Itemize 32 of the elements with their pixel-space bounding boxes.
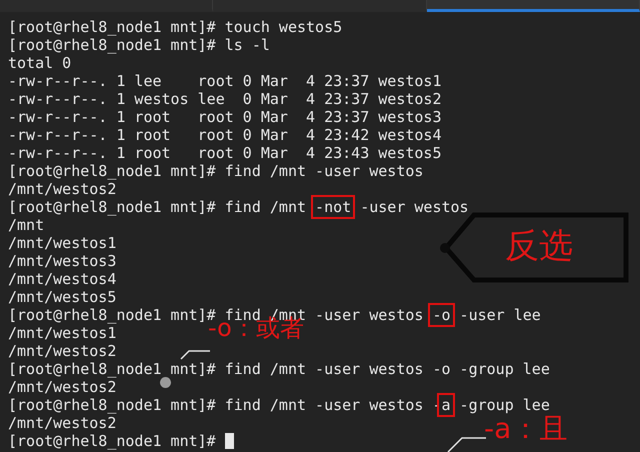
terminal-text: /mnt — [8, 217, 44, 233]
terminal-text: -rw-r--r--. 1 westos lee 0 Mar 4 23:37 westos2 — [8, 91, 442, 107]
terminal-text: /mnt/westos1 — [8, 325, 116, 341]
terminal-tab[interactable] — [426, 0, 640, 12]
leader-line — [180, 350, 210, 359]
terminal-text: -user westos — [359, 199, 469, 215]
terminal-text: [root@rhel8_node1 mnt]# ls -l — [8, 37, 270, 53]
terminal-text: -rw-r--r--. 1 root root 0 Mar 4 23:37 westos3 — [8, 109, 442, 125]
terminal-text: /mnt/westos4 — [8, 271, 116, 287]
terminal-text: [root@rhel8_node1 mnt]# — [8, 433, 217, 449]
terminal-text: [root@rhel8_node1 mnt]# find /mnt — [8, 199, 308, 215]
pointer-dot — [160, 377, 171, 388]
terminal-text: -rw-r--r--. 1 root root 0 Mar 4 23:43 westos5 — [8, 145, 442, 161]
terminal-text: /mnt/westos2 — [8, 415, 116, 431]
annotation-text: -a：且 — [484, 415, 568, 443]
terminal-text: -rw-r--r--. 1 lee root 0 Mar 4 23:37 westos1 — [8, 73, 442, 89]
cursor — [224, 433, 234, 449]
callout-text: 反选 — [505, 226, 573, 266]
terminal-text: [root@rhel8_node1 mnt]# touch westos5 — [8, 19, 342, 35]
terminal-text: /mnt/westos5 — [8, 289, 116, 305]
terminal-text: [root@rhel8_node1 mnt]# find /mnt -user westos -o -group lee — [8, 361, 550, 377]
terminal-text: -user lee — [458, 307, 541, 323]
terminal-text: /mnt/westos2 — [8, 379, 116, 395]
terminal-text: -rw-r--r--. 1 root root 0 Mar 4 23:42 westos4 — [8, 127, 442, 143]
terminal-text: -group lee — [458, 397, 550, 413]
terminal-text: /mnt/westos2 — [8, 343, 116, 359]
terminal-text: /mnt/westos2 — [8, 181, 116, 197]
terminal-text: /mnt/westos3 — [8, 253, 116, 269]
leader-line — [446, 436, 486, 452]
terminal-text: [root@rhel8_node1 mnt]# find /mnt -user westos — [8, 163, 424, 179]
terminal-text: total 0 — [8, 55, 72, 71]
terminal-text: /mnt/westos1 — [8, 235, 116, 251]
